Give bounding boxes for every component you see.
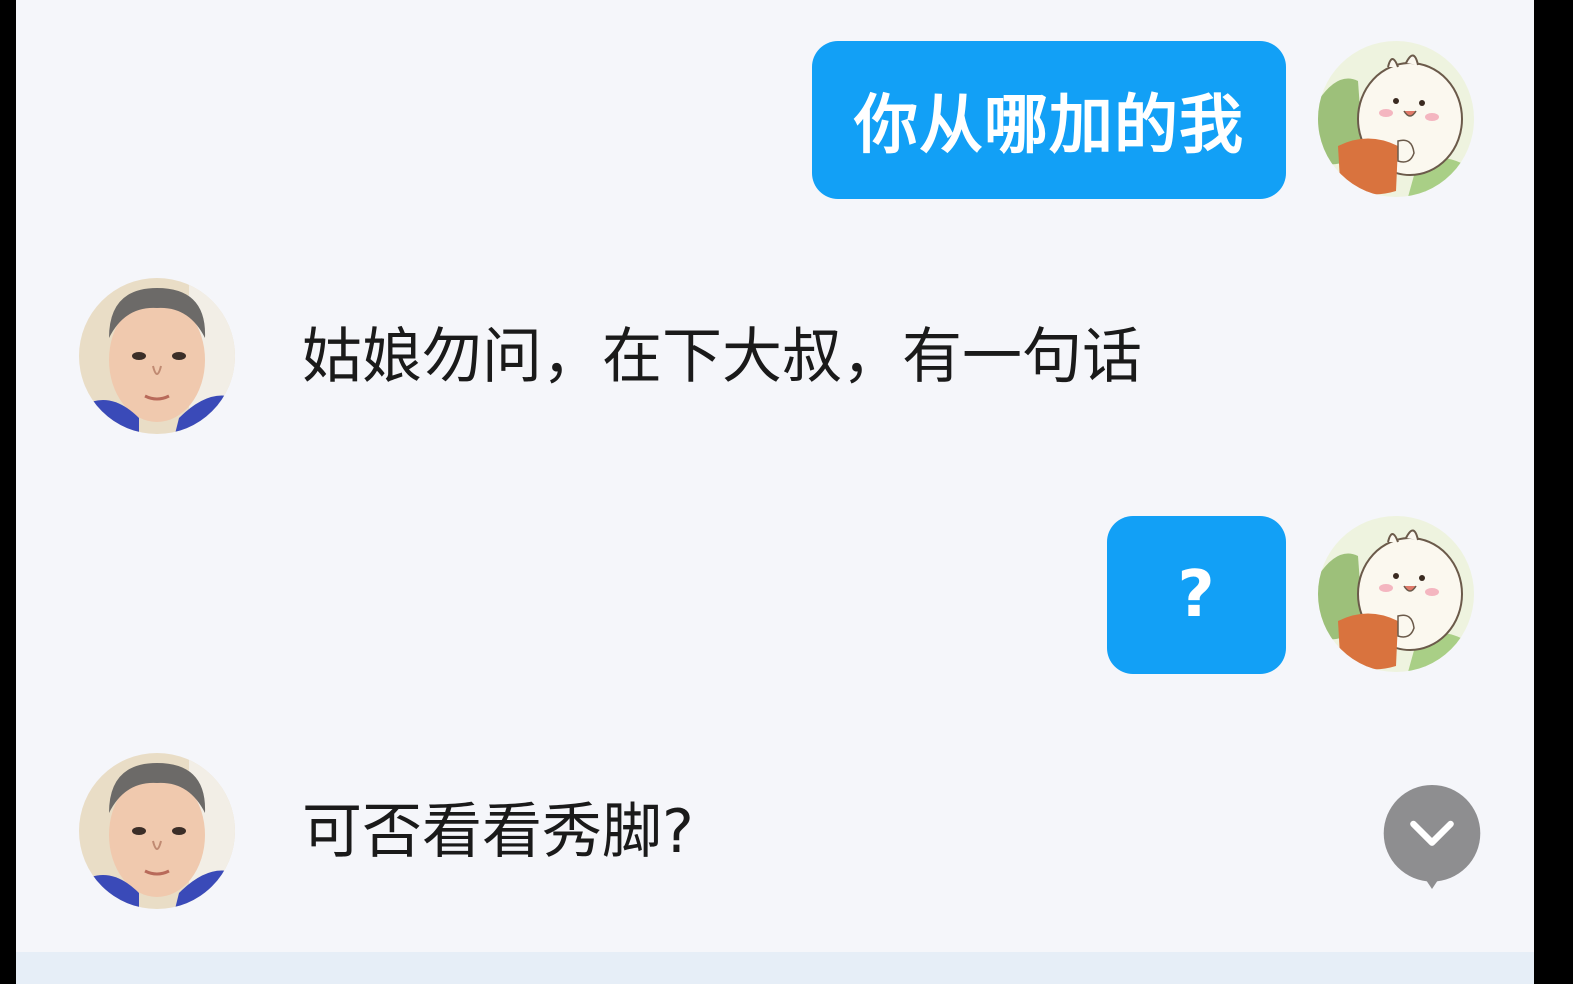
input-bar-edge — [16, 952, 1534, 984]
self-avatar[interactable] — [1318, 516, 1474, 672]
outgoing-bubble[interactable]: ? — [1107, 516, 1286, 674]
self-avatar[interactable] — [1318, 41, 1474, 197]
contact-avatar[interactable] — [79, 753, 235, 909]
contact-avatar[interactable] — [79, 278, 235, 434]
message-text: 你从哪加的我 — [854, 89, 1244, 163]
incoming-message-text[interactable]: 姑娘勿问，在下大叔，有一句话 — [302, 327, 1142, 387]
incoming-message-text[interactable]: 可否看看秀脚? — [302, 802, 694, 862]
scroll-to-bottom-button[interactable] — [1380, 785, 1484, 889]
outgoing-bubble[interactable]: 你从哪加的我 — [812, 41, 1286, 199]
message-text: ? — [1177, 558, 1216, 632]
chat-screen: 你从哪加的我 姑娘勿问，在下大叔，有一句话 ? 可否看看秀脚? — [16, 0, 1534, 984]
chevron-down-icon — [1383, 785, 1481, 889]
